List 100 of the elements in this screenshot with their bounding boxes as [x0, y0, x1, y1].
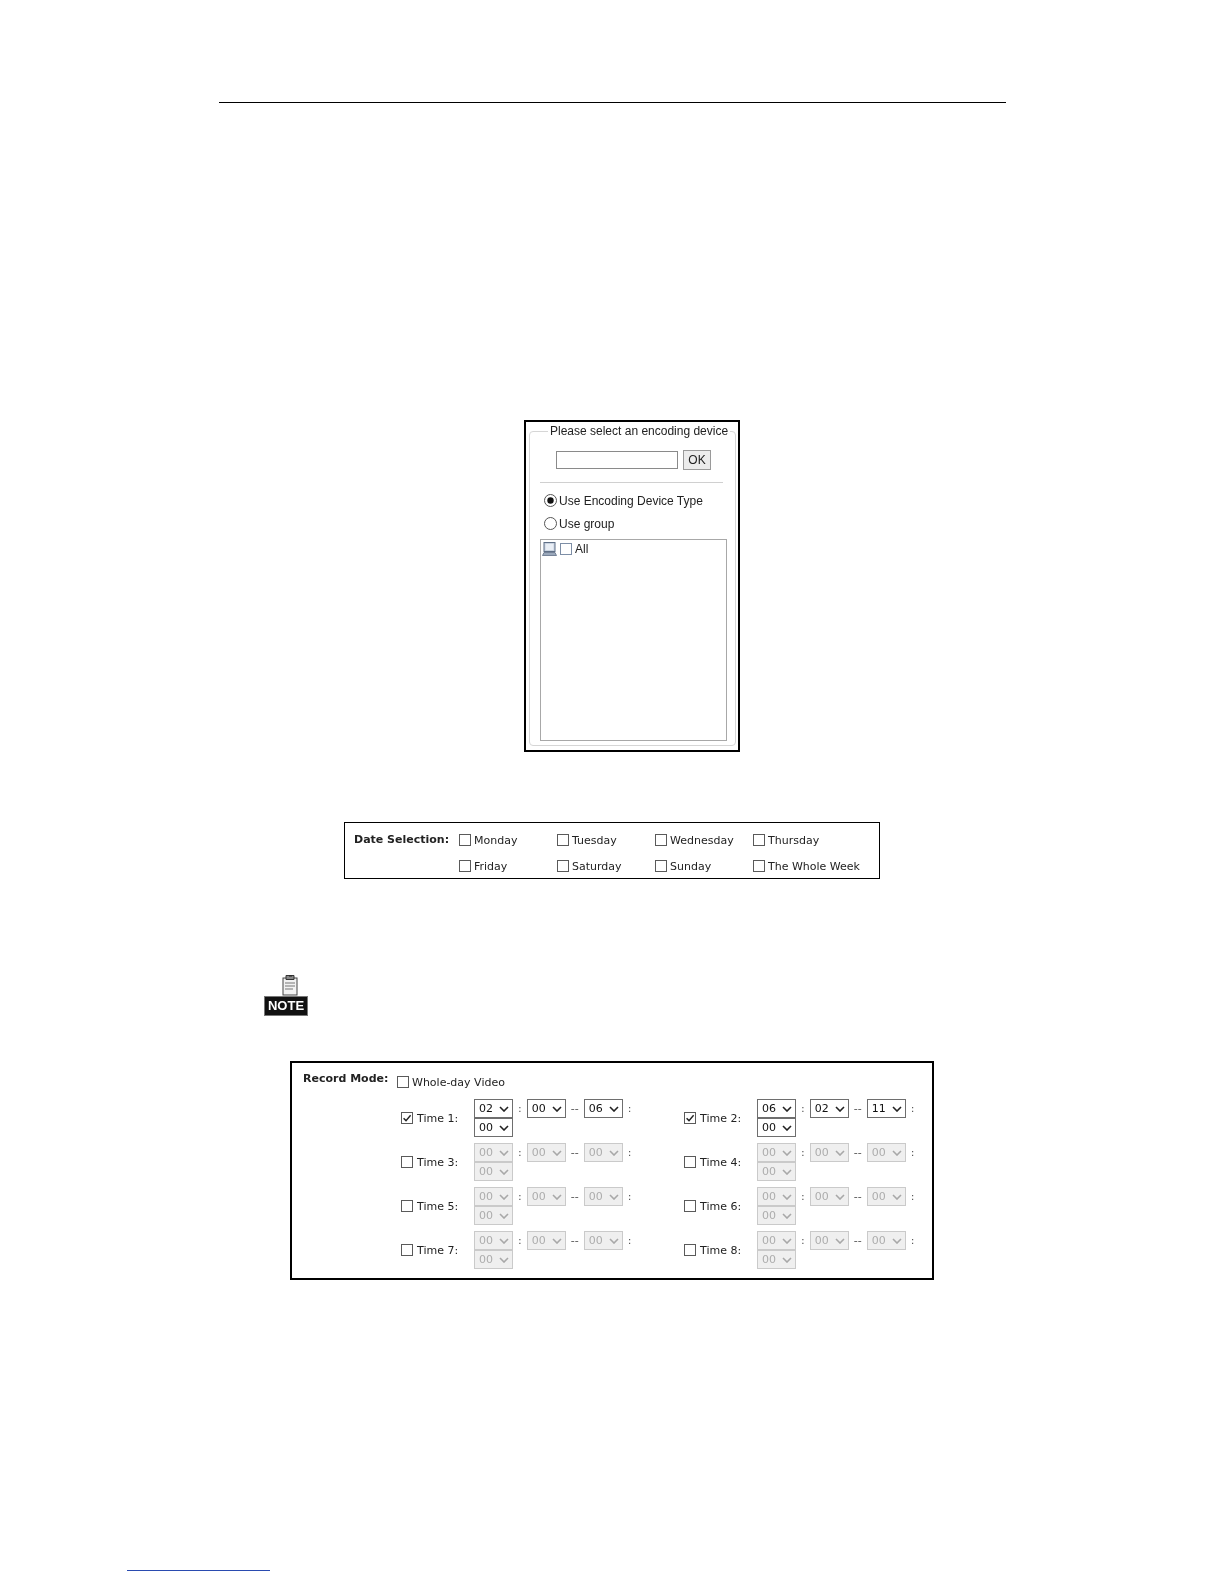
time-separator: -- [852, 1146, 863, 1159]
checkbox[interactable] [684, 1112, 696, 1124]
time-label: Time 7: [416, 1243, 460, 1257]
time-separator: : [800, 1146, 806, 1159]
time-dropdown[interactable]: 02 [474, 1099, 513, 1118]
panel-title: Please select an encoding device [549, 424, 730, 438]
chevron-down-icon [608, 1237, 619, 1244]
chevron-down-icon [499, 1237, 509, 1244]
chevron-down-icon [782, 1256, 792, 1263]
time-separator: -- [569, 1190, 580, 1203]
time-dropdown[interactable]: 00 [526, 1099, 566, 1118]
chevron-down-icon [782, 1212, 792, 1219]
time-separator: : [909, 1146, 916, 1159]
time-separator: : [909, 1102, 916, 1115]
checkbox[interactable] [557, 834, 569, 846]
chevron-down-icon [499, 1149, 509, 1156]
time-separator: -- [852, 1102, 863, 1115]
chevron-down-icon [499, 1212, 509, 1219]
time-label: Time 1: [416, 1111, 460, 1125]
chevron-down-icon [608, 1149, 619, 1156]
time-separator: -- [569, 1102, 580, 1115]
search-field[interactable] [556, 451, 679, 469]
radio-button[interactable] [544, 517, 557, 530]
checkbox[interactable] [560, 543, 572, 555]
tree-item-label[interactable]: All [575, 542, 589, 556]
chevron-down-icon [499, 1168, 509, 1175]
chevron-down-icon [891, 1193, 902, 1200]
chevron-down-icon [608, 1105, 619, 1112]
day-label: Sunday [670, 859, 712, 873]
chevron-down-icon [782, 1193, 792, 1200]
time-separator: : [626, 1146, 633, 1159]
time-separator: : [517, 1102, 523, 1115]
time-label: Time 4: [699, 1155, 743, 1169]
time-separator: : [517, 1234, 523, 1247]
time-dropdown[interactable]: 00 [757, 1118, 796, 1137]
chevron-down-icon [834, 1193, 845, 1200]
chevron-down-icon [834, 1237, 845, 1244]
checkbox[interactable] [655, 834, 667, 846]
time-separator: -- [569, 1146, 580, 1159]
day-label: Tuesday [572, 833, 617, 847]
chevron-down-icon [782, 1237, 792, 1244]
ok-button[interactable]: OK [683, 450, 711, 470]
time-separator: : [909, 1190, 916, 1203]
chevron-down-icon [499, 1124, 509, 1131]
checkbox[interactable] [655, 860, 667, 872]
time-separator: -- [852, 1190, 863, 1203]
time-separator: : [909, 1234, 916, 1247]
time-separator: : [800, 1102, 806, 1115]
chevron-down-icon [834, 1149, 845, 1156]
chevron-down-icon [551, 1193, 562, 1200]
day-label: Wednesday [670, 833, 734, 847]
chevron-down-icon [782, 1105, 792, 1112]
checkbox[interactable] [401, 1112, 413, 1124]
checkbox[interactable] [557, 860, 569, 872]
time-separator: : [517, 1190, 523, 1203]
time-dropdown[interactable]: 06 [583, 1099, 623, 1118]
day-label: Saturday [572, 859, 622, 873]
checkbox[interactable] [753, 860, 765, 872]
chevron-down-icon [551, 1105, 562, 1112]
time-separator: : [800, 1234, 806, 1247]
radio-button[interactable] [544, 494, 557, 507]
chevron-down-icon [499, 1105, 509, 1112]
checkbox[interactable] [459, 860, 471, 872]
chevron-down-icon [551, 1149, 562, 1156]
chevron-down-icon [834, 1105, 845, 1112]
chevron-down-icon [891, 1237, 902, 1244]
computer-icon [542, 542, 557, 556]
time-dropdown[interactable]: 06 [757, 1099, 796, 1118]
checkbox[interactable] [753, 834, 765, 846]
time-label: Time 3: [416, 1155, 460, 1169]
time-separator: : [800, 1190, 806, 1203]
time-separator: : [626, 1234, 633, 1247]
time-dropdown[interactable]: 11 [866, 1099, 906, 1118]
time-separator: -- [852, 1234, 863, 1247]
chevron-down-icon [551, 1237, 562, 1244]
chevron-down-icon [782, 1124, 792, 1131]
time-dropdown[interactable]: 00 [474, 1118, 513, 1137]
time-label: Time 6: [699, 1199, 743, 1213]
checkbox[interactable] [459, 834, 471, 846]
section-label: Record Mode: [303, 1071, 390, 1087]
checkbox[interactable] [397, 1076, 409, 1088]
day-label: Monday [474, 833, 518, 847]
chevron-down-icon [782, 1168, 792, 1175]
radio-label: Use Encoding Device Type [559, 493, 703, 508]
day-label: Friday [474, 859, 508, 873]
time-label: Time 5: [416, 1199, 460, 1213]
option-label: Whole-day Video [412, 1075, 505, 1089]
time-separator: : [626, 1102, 633, 1115]
time-separator: -- [569, 1234, 580, 1247]
time-dropdown[interactable]: 02 [809, 1099, 849, 1118]
chevron-down-icon [499, 1256, 509, 1263]
day-label: The Whole Week [768, 859, 860, 873]
chevron-down-icon [782, 1149, 792, 1156]
time-label: Time 2: [699, 1111, 743, 1125]
chevron-down-icon [891, 1105, 902, 1112]
chevron-down-icon [608, 1193, 619, 1200]
clipboard-icon [280, 975, 300, 996]
day-label: Thursday [768, 833, 820, 847]
chevron-down-icon [891, 1149, 902, 1156]
radio-label: Use group [559, 516, 615, 531]
